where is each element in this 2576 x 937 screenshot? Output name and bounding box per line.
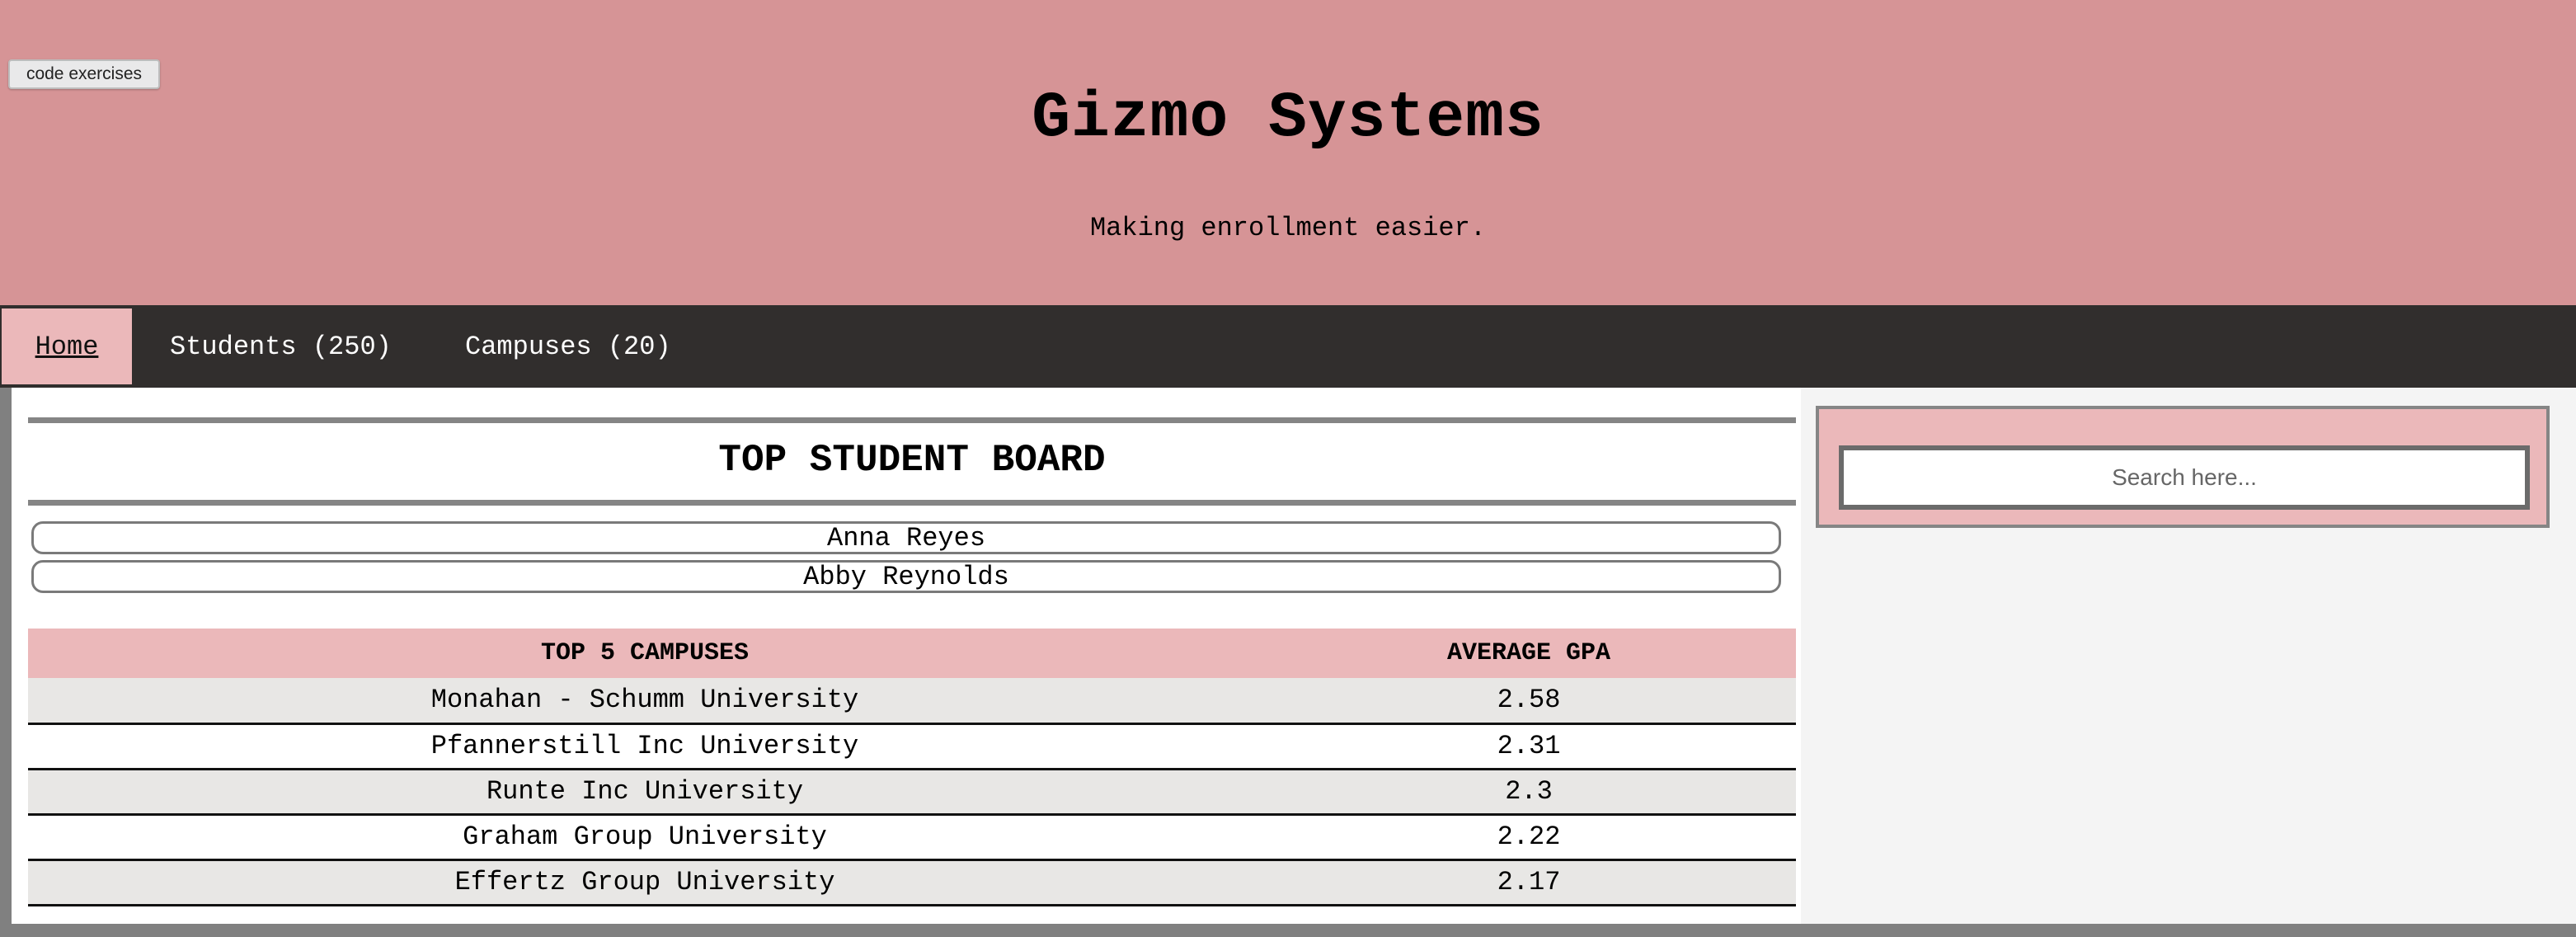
- main-content: TOP STUDENT BOARD Anna Reyes Abby Reynol…: [12, 388, 1801, 924]
- table-row[interactable]: Effertz Group University 2.17: [28, 859, 1796, 906]
- column-header-campus: TOP 5 CAMPUSES: [28, 629, 1262, 678]
- campus-name-cell: Effertz Group University: [28, 859, 1262, 906]
- student-item[interactable]: Anna Reyes: [31, 521, 1781, 554]
- table-row[interactable]: Monahan - Schumm University 2.58: [28, 678, 1796, 725]
- search-panel: [1816, 406, 2550, 528]
- nav-item-home[interactable]: Home: [2, 308, 132, 384]
- campus-name-cell: Monahan - Schumm University: [28, 678, 1262, 725]
- site-title: Gizmo Systems: [1032, 82, 1544, 155]
- student-item[interactable]: Abby Reynolds: [31, 560, 1781, 593]
- gpa-cell: 2.3: [1262, 769, 1796, 816]
- campus-name-cell: Runte Inc University: [28, 769, 1262, 816]
- sidebar: [1801, 388, 2576, 924]
- site-header: code exercises Gizmo Systems Making enro…: [0, 0, 2576, 305]
- table-header-row: TOP 5 CAMPUSES AVERAGE GPA: [28, 629, 1796, 678]
- top-campuses-table: TOP 5 CAMPUSES AVERAGE GPA Monahan - Sch…: [28, 629, 1796, 906]
- campus-name-cell: Graham Group University: [28, 814, 1262, 861]
- gpa-cell: 2.31: [1262, 723, 1796, 770]
- search-input[interactable]: [1839, 445, 2530, 510]
- table-row[interactable]: Graham Group University 2.22: [28, 814, 1796, 861]
- gpa-cell: 2.58: [1262, 678, 1796, 725]
- site-tagline: Making enrollment easier.: [1089, 213, 1487, 243]
- gpa-cell: 2.17: [1262, 859, 1796, 906]
- board-top-rule: [28, 417, 1796, 423]
- main-nav: Home Students (250) Campuses (20): [0, 305, 2576, 388]
- table-row[interactable]: Runte Inc University 2.3: [28, 769, 1796, 816]
- board-title: TOP STUDENT BOARD: [718, 439, 1106, 482]
- board-bottom-rule: [28, 500, 1796, 506]
- gpa-cell: 2.22: [1262, 814, 1796, 861]
- column-header-gpa: AVERAGE GPA: [1262, 629, 1796, 678]
- table-row[interactable]: Pfannerstill Inc University 2.31: [28, 723, 1796, 770]
- campus-name-cell: Pfannerstill Inc University: [28, 723, 1262, 770]
- nav-item-students[interactable]: Students (250): [170, 308, 392, 384]
- nav-item-campuses[interactable]: Campuses (20): [465, 308, 671, 384]
